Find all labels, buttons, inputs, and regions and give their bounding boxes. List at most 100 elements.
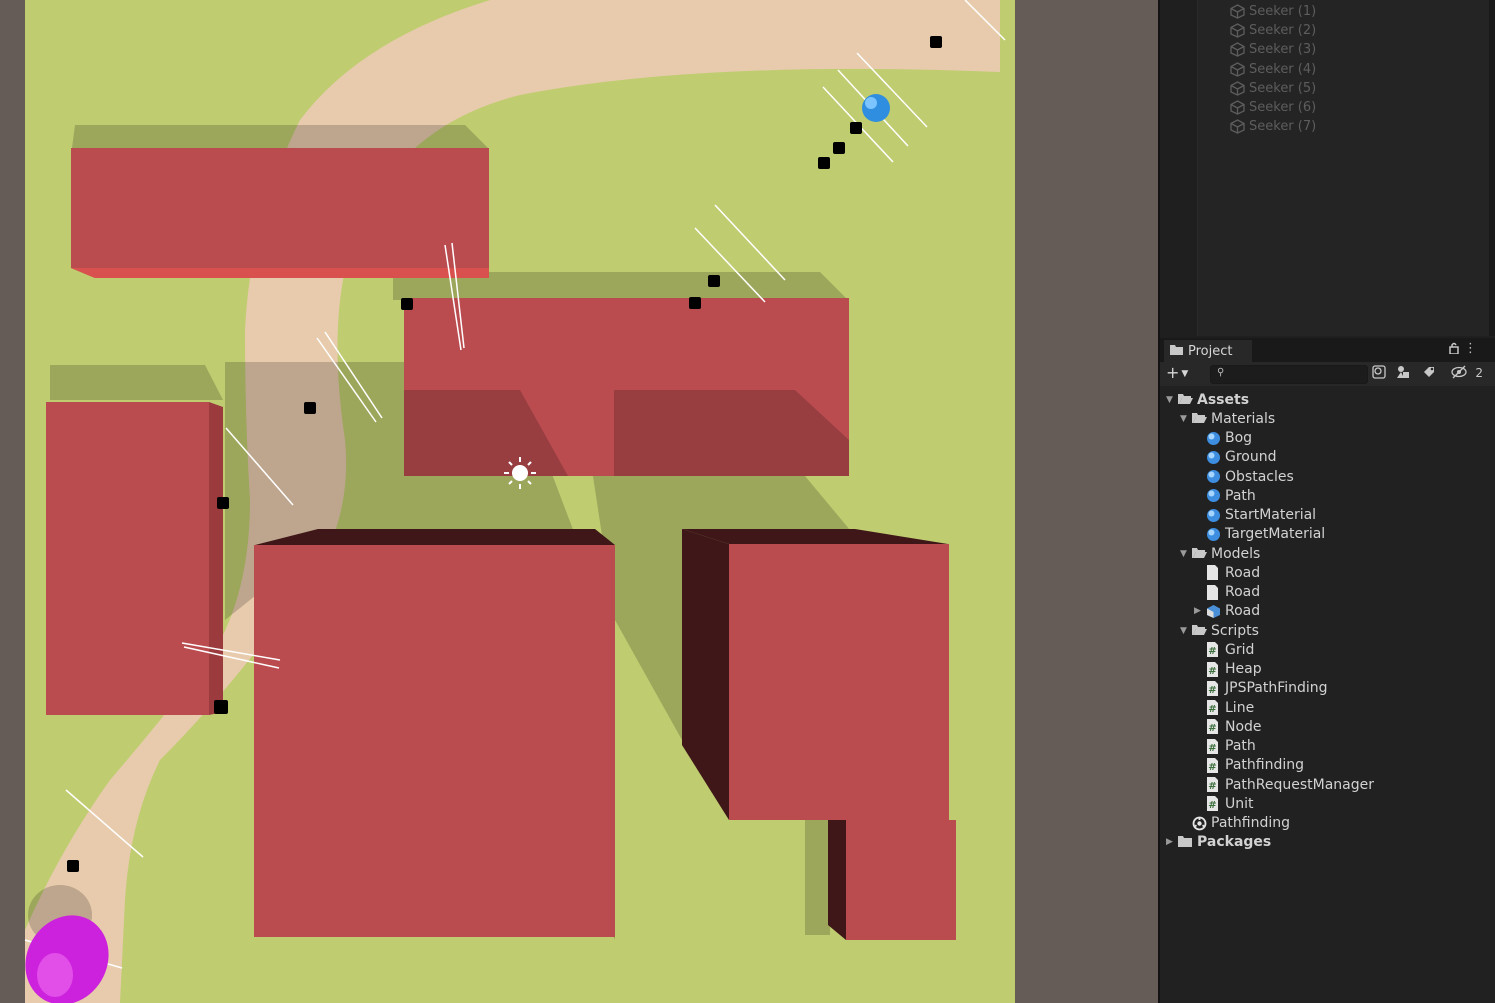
file-icon [1206, 584, 1221, 600]
project-tree-item-label: Path [1225, 487, 1256, 504]
folder-open-icon [1192, 546, 1207, 561]
hierarchy-item[interactable]: Seeker (5) [1230, 79, 1316, 98]
obstacle-building-e[interactable] [682, 529, 949, 820]
filter-by-type-icon[interactable] [1396, 365, 1410, 383]
project-tree-item-label: Grid [1225, 641, 1255, 658]
project-tree-item[interactable]: Ground [1194, 448, 1277, 467]
hierarchy-item[interactable]: Seeker (2) [1230, 21, 1316, 40]
hierarchy-item-label: Seeker (1) [1249, 4, 1317, 19]
add-button-label: + [1166, 363, 1180, 382]
project-tree-item[interactable]: Pathfinding [1180, 814, 1290, 833]
hierarchy-item[interactable]: Seeker (1) [1230, 2, 1316, 21]
lock-icon[interactable] [1449, 342, 1459, 357]
project-tree-item[interactable]: # Pathfinding [1194, 756, 1304, 775]
tab-project-label: Project [1188, 343, 1233, 359]
project-tree-item-label: Materials [1211, 410, 1276, 427]
expand-arrow-icon[interactable]: ▼ [1180, 549, 1192, 559]
svg-text:#: # [1208, 704, 1216, 715]
search-icon: ⚲ [1217, 367, 1225, 378]
svg-text:#: # [1208, 743, 1216, 754]
project-tree-item[interactable]: ▼ Scripts [1180, 621, 1259, 640]
obstacle-building-d[interactable] [254, 529, 615, 937]
project-tree-item[interactable]: # Heap [1194, 660, 1262, 679]
gameobject-cube-icon [1230, 61, 1245, 77]
obstacle-building-a[interactable] [71, 148, 489, 278]
gameobject-cube-icon [1230, 23, 1245, 38]
folder-closed-icon [1178, 835, 1193, 850]
project-tree-item[interactable]: Bog [1194, 429, 1252, 448]
add-button[interactable]: + ▼ [1166, 364, 1188, 383]
project-tree-item[interactable]: # Grid [1194, 640, 1254, 659]
expand-arrow-icon[interactable]: ▼ [1180, 626, 1192, 636]
obstacle-building-b[interactable] [404, 298, 849, 476]
hierarchy-item[interactable]: Seeker (7) [1230, 117, 1316, 136]
project-tree-item[interactable]: # Path [1194, 737, 1256, 756]
project-tree-item[interactable]: ▶ Packages [1166, 833, 1271, 852]
project-tree-item[interactable]: TargetMaterial [1194, 525, 1325, 544]
project-tree-item[interactable]: Path [1194, 486, 1256, 505]
script-icon: # [1206, 700, 1221, 715]
hierarchy-item[interactable]: Seeker (3) [1230, 40, 1316, 59]
scene-canvas[interactable] [0, 0, 1158, 1003]
project-tree-item[interactable]: # Node [1194, 717, 1262, 736]
project-tree-item[interactable]: # Line [1194, 698, 1254, 717]
kebab-menu-icon[interactable]: ⋮ [1464, 341, 1477, 356]
prefab-icon [1206, 604, 1221, 619]
project-tree-item[interactable]: ▼ Models [1180, 544, 1260, 563]
folder-open-icon [1192, 623, 1207, 638]
project-tree-item-label: Path [1225, 738, 1256, 754]
project-tree-item-label: Bog [1225, 430, 1253, 446]
hierarchy-item-label: Seeker (3) [1249, 42, 1317, 58]
expand-arrow-icon[interactable]: ▼ [1166, 395, 1178, 405]
project-tree-item[interactable]: # JPSPathFinding [1194, 679, 1328, 698]
project-tree-item-label: Road [1225, 603, 1261, 620]
hidden-packages-icon[interactable] [1450, 365, 1468, 383]
project-tree-item-label: Heap [1225, 661, 1262, 677]
obstacle-building-f[interactable] [828, 820, 956, 940]
editor-side-panel: Seeker (1) Seeker (2) Seeker (3) Seeker (4)… [1158, 0, 1495, 1003]
hierarchy-panel[interactable]: Seeker (1) Seeker (2) Seeker (3) Seeker (4)… [1160, 0, 1495, 336]
label-tag-icon[interactable] [1422, 365, 1436, 383]
project-toolbar: + ▼ ⚲ 2 [1160, 362, 1495, 386]
project-tree-item[interactable]: Road [1194, 583, 1260, 602]
gameobject-cube-icon [1230, 119, 1245, 134]
unity-editor-window: Seeker (1) Seeker (2) Seeker (3) Seeker (4)… [0, 0, 1495, 1003]
script-icon: # [1206, 757, 1221, 773]
gameobject-cube-icon [1230, 81, 1245, 96]
project-tree-item-label: Assets [1197, 391, 1250, 408]
project-tree-item[interactable]: # PathRequestManager [1194, 775, 1374, 794]
project-tree-item[interactable]: StartMaterial [1194, 506, 1316, 525]
hierarchy-item-label: Seeker (5) [1249, 80, 1317, 96]
project-tree-item-label: Scripts [1211, 622, 1259, 639]
obstacle-building-c[interactable] [46, 402, 223, 715]
hierarchy-item[interactable]: Seeker (6) [1230, 98, 1316, 117]
collapse-arrow-icon[interactable]: ▶ [1194, 606, 1206, 616]
project-tree-item[interactable]: ▶ Road [1194, 602, 1260, 621]
project-tree-item[interactable]: ▼ Materials [1180, 409, 1275, 428]
project-tree-item-label: Line [1225, 699, 1255, 716]
collapse-arrow-icon[interactable]: ▶ [1166, 837, 1178, 847]
project-tree-item-label: StartMaterial [1225, 507, 1317, 523]
project-tree-item-label: JPSPathFinding [1225, 680, 1328, 697]
file-icon [1206, 565, 1221, 581]
project-panel: Project ⋮ + ▼ ⚲ 2 ▼ Assets ▼ Materials B… [1160, 338, 1495, 1003]
project-tree-item[interactable]: # Unit [1194, 794, 1254, 813]
svg-text:#: # [1208, 800, 1216, 811]
search-by-type-icon[interactable] [1372, 365, 1386, 383]
project-tree-item[interactable]: Obstacles [1194, 467, 1294, 486]
scene-view[interactable] [0, 0, 1158, 1003]
search-input[interactable]: ⚲ [1210, 365, 1368, 384]
tab-project[interactable]: Project [1164, 340, 1252, 362]
project-tree-item-label: TargetMaterial [1225, 526, 1326, 543]
hierarchy-item-label: Seeker (7) [1249, 119, 1317, 135]
svg-text:#: # [1208, 781, 1216, 792]
hierarchy-scrollbar[interactable] [1489, 0, 1495, 336]
hierarchy-item[interactable]: Seeker (4) [1230, 60, 1316, 79]
seeker-sphere[interactable] [862, 94, 890, 122]
script-icon: # [1206, 642, 1221, 658]
expand-arrow-icon[interactable]: ▼ [1180, 414, 1192, 424]
svg-text:#: # [1208, 762, 1216, 773]
material-icon [1206, 469, 1221, 484]
project-tree-item[interactable]: Road [1194, 563, 1260, 582]
project-tree-item[interactable]: ▼ Assets [1166, 390, 1249, 409]
